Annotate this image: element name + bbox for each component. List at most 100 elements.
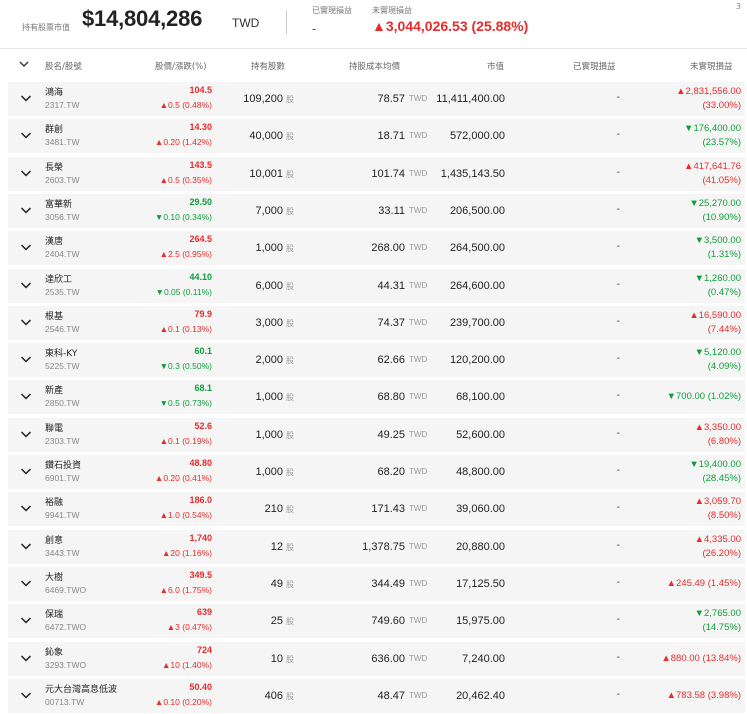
column-header-shares[interactable]: 持有股數: [251, 60, 285, 72]
table-row[interactable]: 鑽石投資 6901.TW 48.80 ▲0.20 (0.41%) 1,000 股 68.20…: [8, 455, 745, 489]
unrealized-pnl-percent: (4.09%): [707, 361, 741, 372]
stock-name[interactable]: 群創: [45, 122, 63, 135]
table-row[interactable]: 聯電 2303.TW 52.6 ▲0.1 (0.19%) 1,000 股 49.25 TWD 5…: [8, 418, 745, 452]
expand-row-chevron-icon[interactable]: [20, 167, 32, 179]
expand-row-chevron-icon[interactable]: [20, 577, 32, 589]
average-cost: 1,378.75: [362, 541, 405, 553]
expand-row-chevron-icon[interactable]: [20, 279, 32, 291]
expand-row-chevron-icon[interactable]: [20, 129, 32, 141]
table-row[interactable]: 達欣工 2535.TW 44.10 ▼0.05 (0.11%) 6,000 股 44.31 T…: [8, 269, 745, 303]
unrealized-pnl-percent: (7.44%): [707, 324, 741, 335]
stock-name[interactable]: 大樹: [45, 570, 63, 583]
shares-held: 7,000: [255, 205, 283, 217]
stock-name[interactable]: 創意: [45, 533, 63, 546]
table-row[interactable]: 裕融 9941.TW 186.0 ▲1.0 (0.54%) 210 股 171.43 TWD 3…: [8, 492, 745, 526]
stock-name[interactable]: 裕融: [45, 495, 63, 508]
table-row[interactable]: 富華新 3056.TW 29.50 ▼0.10 (0.34%) 7,000 股 33.11 T…: [8, 194, 745, 228]
shares-unit: 股: [286, 617, 294, 626]
expand-row-chevron-icon[interactable]: [20, 316, 32, 328]
stock-name[interactable]: 東科-KY: [45, 346, 77, 359]
stock-code: 2404.TW: [45, 249, 80, 259]
shares-held: 2,000: [255, 354, 283, 366]
table-row[interactable]: 元大台灣高息低波 00713.TW 50.40 ▲0.10 (0.20%) 406 股 48…: [8, 679, 745, 713]
price-change: ▲0.5 (0.35%): [159, 175, 212, 185]
column-header-cost[interactable]: 持股成本均價: [349, 60, 400, 72]
shares-unit: 股: [286, 356, 294, 365]
stock-name[interactable]: 富華新: [45, 197, 72, 210]
expand-row-chevron-icon[interactable]: [20, 204, 32, 216]
realized-pnl: -: [616, 614, 620, 625]
expand-row-chevron-icon[interactable]: [20, 502, 32, 514]
expand-row-chevron-icon[interactable]: [20, 241, 32, 253]
market-value-cell: 7,240.00: [462, 653, 505, 665]
collapse-all-chevron-icon[interactable]: [19, 59, 29, 69]
expand-row-chevron-icon[interactable]: [20, 652, 32, 664]
market-value-label: 持有股票市值: [22, 23, 70, 32]
market-value-cell: 20,462.40: [456, 690, 505, 702]
expand-row-chevron-icon[interactable]: [20, 92, 32, 104]
expand-row-chevron-icon[interactable]: [20, 390, 32, 402]
table-row[interactable]: 群創 3481.TW 14.30 ▲0.20 (1.42%) 40,000 股 18.71 T…: [8, 119, 745, 153]
column-header-unrealized[interactable]: 未實現損益: [690, 60, 733, 72]
expand-row-chevron-icon[interactable]: [20, 465, 32, 477]
stock-name[interactable]: 鈊象: [45, 645, 63, 658]
stock-name[interactable]: 達欣工: [45, 272, 72, 285]
price-change: ▲10 (1.40%): [162, 660, 212, 670]
expand-row-chevron-icon[interactable]: [20, 614, 32, 626]
stock-name[interactable]: 新產: [45, 383, 63, 396]
table-row[interactable]: 保瑞 6472.TWO 639 ▲3 (0.47%) 25 股 749.60 TWD 15,97…: [8, 604, 745, 638]
expand-row-chevron-icon[interactable]: [20, 540, 32, 552]
average-cost: 68.80: [377, 391, 405, 403]
stock-name[interactable]: 漢唐: [45, 234, 63, 247]
realized-pnl: -: [616, 92, 620, 103]
cost-currency: TWD: [409, 206, 428, 215]
stock-name[interactable]: 鴻海: [45, 85, 63, 98]
average-cost: 78.57: [377, 93, 405, 105]
stock-code: 6469.TWO: [45, 585, 87, 595]
stock-name[interactable]: 長榮: [45, 160, 63, 173]
table-row[interactable]: 大樹 6469.TWO 349.5 ▲6.0 (1.75%) 49 股 344.49 TWD 1…: [8, 567, 745, 601]
table-row[interactable]: 長榮 2603.TW 143.5 ▲0.5 (0.35%) 10,001 股 101.74 T…: [8, 157, 745, 191]
unrealized-pnl-percent: (0.47%): [707, 287, 741, 298]
table-row[interactable]: 鴻海 2317.TW 104.5 ▲0.5 (0.48%) 109,200 股 78.57 T…: [8, 82, 745, 116]
table-row[interactable]: 新產 2850.TW 68.1 ▼0.5 (0.73%) 1,000 股 68.80 TWD 6…: [8, 380, 745, 414]
market-value-cell: 48,800.00: [456, 466, 505, 478]
expand-row-chevron-icon[interactable]: [20, 689, 32, 701]
average-cost: 62.66: [377, 354, 405, 366]
expand-row-chevron-icon[interactable]: [20, 353, 32, 365]
table-row[interactable]: 鈊象 3293.TWO 724 ▲10 (1.40%) 10 股 636.00 TWD 7,24…: [8, 642, 745, 676]
expand-row-chevron-icon[interactable]: [20, 428, 32, 440]
shares-unit: 股: [286, 505, 294, 514]
average-cost: 44.31: [377, 280, 405, 292]
stock-name[interactable]: 聯電: [45, 421, 63, 434]
shares-held: 6,000: [255, 280, 283, 292]
unrealized-pnl: ▼176,400.00: [684, 123, 741, 134]
stock-code: 9941.TW: [45, 510, 80, 520]
column-header-realized[interactable]: 已實現損益: [573, 60, 616, 72]
table-row[interactable]: 創意 3443.TW 1,740 ▲20 (1.16%) 12 股 1,378.75 TWD 2…: [8, 530, 745, 564]
realized-pnl: -: [616, 652, 620, 663]
stock-name[interactable]: 根基: [45, 309, 63, 322]
stock-price: 349.5: [189, 570, 212, 580]
table-row[interactable]: 東科-KY 5225.TW 60.1 ▼0.3 (0.50%) 2,000 股 62.66 T…: [8, 343, 745, 377]
unrealized-pnl: ▲2,831,556.00: [676, 86, 741, 97]
stock-name[interactable]: 鑽石投資: [45, 458, 81, 471]
column-header-price[interactable]: 股價/漲跌(%): [155, 60, 207, 72]
shares-held: 1,000: [255, 466, 283, 478]
average-cost: 101.74: [371, 168, 405, 180]
column-header-name[interactable]: 股名/股號: [45, 60, 82, 72]
average-cost: 68.20: [377, 466, 405, 478]
shares-unit: 股: [286, 170, 294, 179]
column-header-market-value[interactable]: 市值: [487, 60, 504, 72]
stock-name[interactable]: 保瑞: [45, 607, 63, 620]
unrealized-pnl-percent: (41.05%): [702, 175, 741, 186]
cost-currency: TWD: [409, 579, 428, 588]
table-row[interactable]: 根基 2546.TW 79.9 ▲0.1 (0.13%) 3,000 股 74.37 TWD 2…: [8, 306, 745, 340]
market-value-cell: 39,060.00: [456, 503, 505, 515]
stock-price: 79.9: [194, 309, 212, 319]
stock-name[interactable]: 元大台灣高息低波: [45, 682, 117, 695]
market-value-cell: 206,500.00: [449, 205, 505, 217]
table-row[interactable]: 漢唐 2404.TW 264.5 ▲2.5 (0.95%) 1,000 股 268.00 TW…: [8, 231, 745, 265]
cost-currency: TWD: [409, 691, 428, 700]
shares-held: 12: [270, 541, 283, 553]
